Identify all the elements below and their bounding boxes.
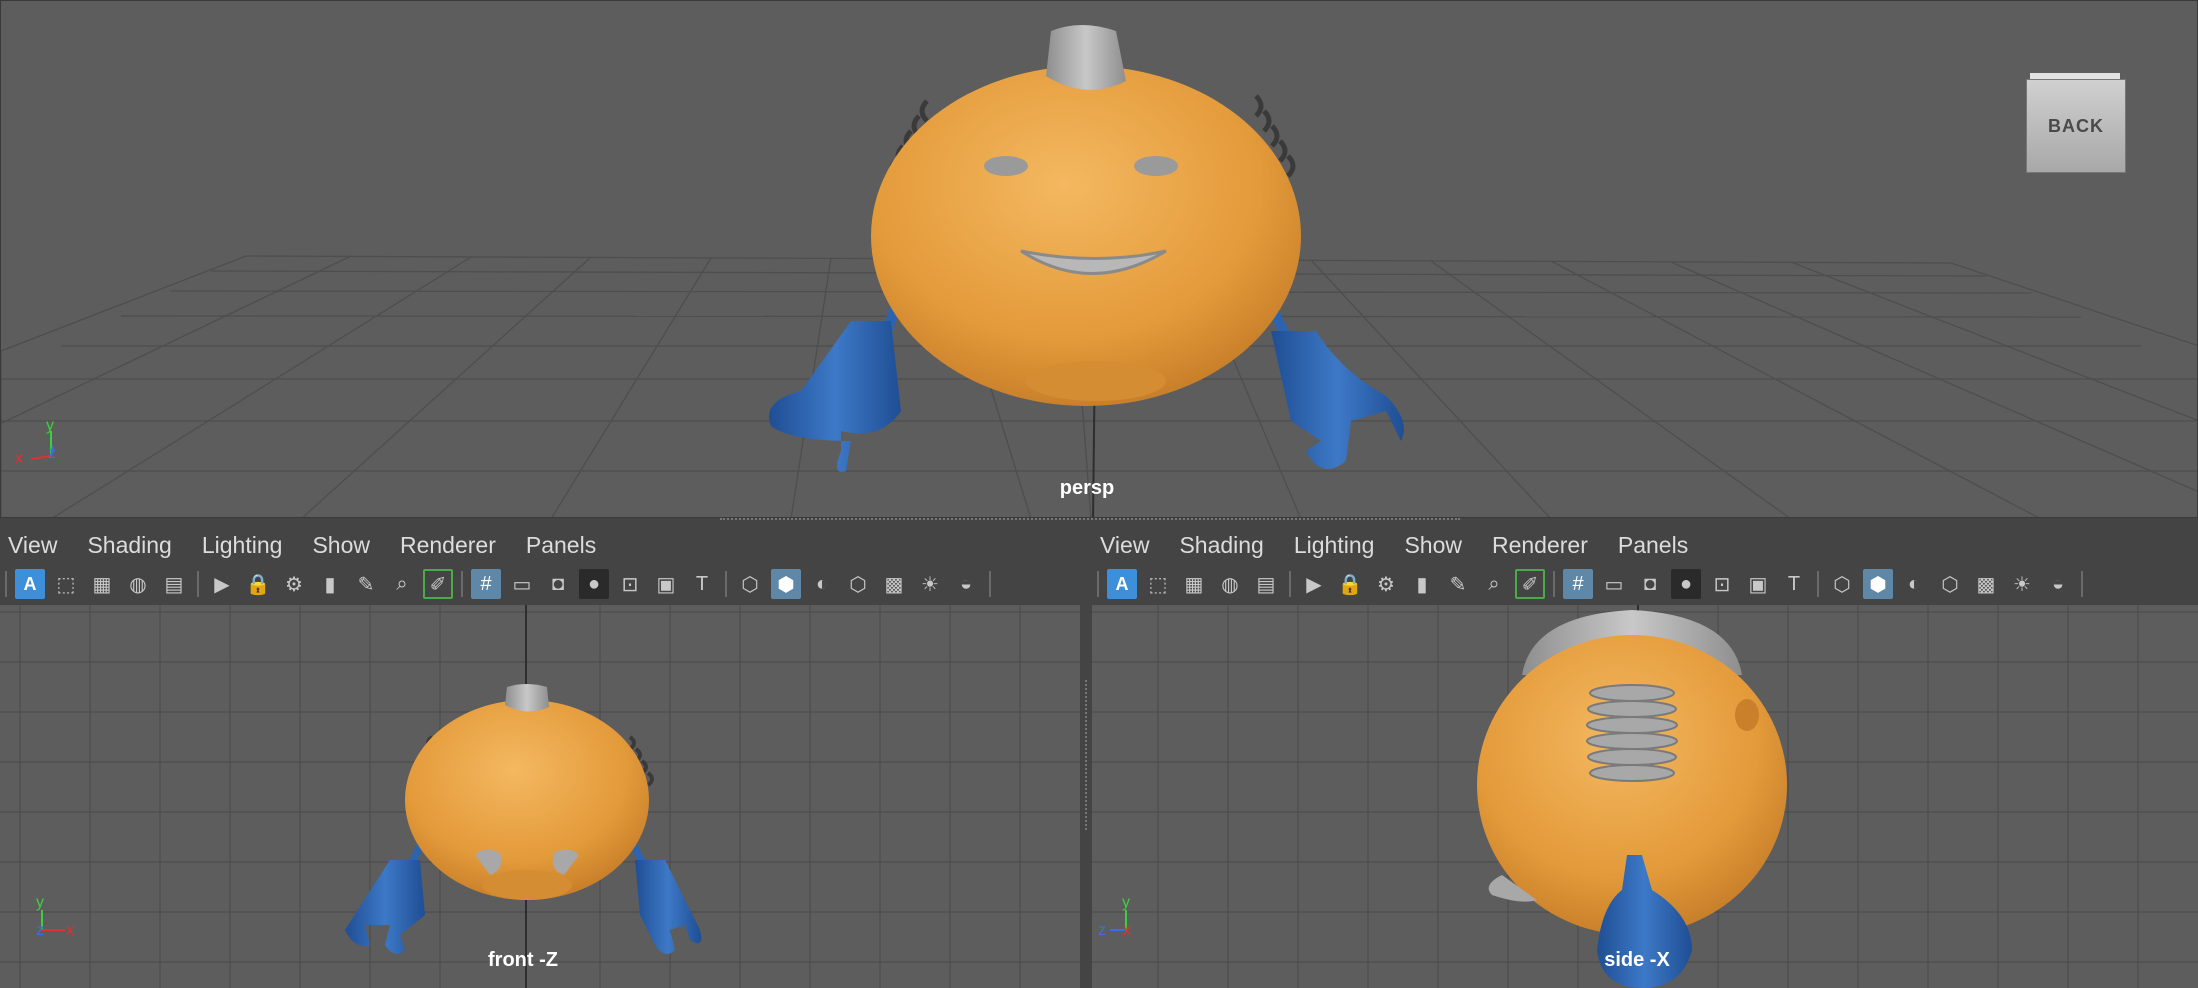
zoom-icon[interactable]: ⌕ (387, 569, 417, 599)
grease-pencil-icon[interactable]: ◍ (1215, 569, 1245, 599)
menu-renderer[interactable]: Renderer (400, 532, 496, 559)
side-panel-toolbar: A ⬚ ▦ ◍ ▤ ▶ 🔒 ⚙ ▮ ✎ ⌕ ✐ # ▭ ◘ ● ⊡ ▣ T ⬡ … (1092, 564, 2198, 604)
bookmarks-icon[interactable]: ▤ (159, 569, 189, 599)
camera-settings-icon[interactable]: ⚙ (1371, 569, 1401, 599)
2d-pan-icon[interactable]: ✐ (1515, 569, 1545, 599)
character-model-persp[interactable] (769, 25, 1404, 472)
field-chart-icon[interactable]: ⊡ (615, 569, 645, 599)
film-gate-icon[interactable]: ▭ (1599, 569, 1629, 599)
persp-scene: y x z (1, 25, 2197, 517)
menu-show[interactable]: Show (312, 532, 370, 559)
lock-camera-icon[interactable]: 🔒 (1335, 569, 1365, 599)
bookmarks-icon[interactable]: ▤ (1251, 569, 1281, 599)
axis-z-label: z (1098, 922, 1106, 939)
side-scene: y z x (1092, 605, 2198, 988)
axis-z-label: z (48, 445, 56, 462)
resolution-gate-icon[interactable]: ◘ (543, 569, 573, 599)
character-model-side[interactable] (1477, 610, 1787, 988)
menu-panels[interactable]: Panels (526, 532, 596, 559)
lights-icon[interactable]: ☀ (915, 569, 945, 599)
side-panel-menubar: View Shading Lighting Show Renderer Pane… (1092, 526, 2198, 564)
grid-icon[interactable]: # (471, 569, 501, 599)
pencil-icon[interactable]: ✎ (1443, 569, 1473, 599)
front-panel-toolbar: A ⬚ ▦ ◍ ▤ ▶ 🔒 ⚙ ▮ ✎ ⌕ ✐ # ▭ ◘ ● ⊡ ▣ T ⬡ … (0, 564, 1080, 604)
smooth-shade-icon[interactable]: ⬢ (771, 569, 801, 599)
wireframe-icon[interactable]: ⬡ (735, 569, 765, 599)
camera-icon[interactable]: ▶ (207, 569, 237, 599)
menu-view[interactable]: View (8, 532, 57, 559)
front-panel-menubar: View Shading Lighting Show Renderer Pane… (0, 526, 1080, 564)
front-scene: y x z (0, 605, 1080, 988)
camera-icon[interactable]: ▶ (1299, 569, 1329, 599)
wireframe-on-shaded-icon[interactable]: ⬡ (1935, 569, 1965, 599)
axis-gizmo-side: y z x (1098, 894, 1131, 939)
menu-panels[interactable]: Panels (1618, 532, 1688, 559)
select-camera-icon[interactable]: A (1107, 569, 1137, 599)
front-viewport[interactable]: y x z front -Z (0, 605, 1080, 988)
bookmark-icon[interactable]: ▮ (315, 569, 345, 599)
menu-shading[interactable]: Shading (1179, 532, 1263, 559)
image-plane-icon[interactable]: ▦ (87, 569, 117, 599)
lights-icon[interactable]: ☀ (2007, 569, 2037, 599)
pencil-icon[interactable]: ✎ (351, 569, 381, 599)
textured-icon[interactable]: ▩ (1971, 569, 2001, 599)
axis-x-label: x (15, 450, 23, 467)
persp-camera-label: persp (1059, 477, 1115, 499)
safe-action-icon[interactable]: ▣ (651, 569, 681, 599)
camera-settings-icon[interactable]: ⚙ (279, 569, 309, 599)
axis-gizmo-persp: y x z (15, 417, 56, 467)
gate-mask-icon[interactable]: ● (579, 569, 609, 599)
default-material-icon[interactable]: ◐ (807, 569, 837, 599)
wireframe-icon[interactable]: ⬡ (1827, 569, 1857, 599)
select-camera-icon[interactable]: A (15, 569, 45, 599)
axis-x-label: x (66, 922, 74, 939)
safe-title-icon[interactable]: T (1779, 569, 1809, 599)
menu-lighting[interactable]: Lighting (202, 532, 283, 559)
side-camera-label: side -X (1604, 949, 1670, 971)
axis-gizmo-front: y x z (36, 894, 74, 939)
axis-x-label: x (1123, 922, 1131, 939)
axis-z-label: z (36, 922, 44, 939)
persp-viewport[interactable]: y x z BACK persp (0, 0, 2198, 518)
resolution-gate-icon[interactable]: ◘ (1635, 569, 1665, 599)
textured-icon[interactable]: ▩ (879, 569, 909, 599)
default-material-icon[interactable]: ◐ (1899, 569, 1929, 599)
safe-action-icon[interactable]: ▣ (1743, 569, 1773, 599)
front-camera-label: front -Z (488, 949, 558, 971)
menu-view[interactable]: View (1100, 532, 1149, 559)
menu-renderer[interactable]: Renderer (1492, 532, 1588, 559)
shadows-icon[interactable]: ◒ (2043, 569, 2073, 599)
wireframe-on-shaded-icon[interactable]: ⬡ (843, 569, 873, 599)
character-model-front[interactable] (345, 684, 702, 954)
side-viewport[interactable]: y z x side -X (1092, 605, 2198, 988)
image-plane-icon[interactable]: ▦ (1179, 569, 1209, 599)
view-cube-back-face[interactable]: BACK (2026, 79, 2126, 173)
view-cube[interactable]: BACK (2026, 73, 2126, 173)
menu-shading[interactable]: Shading (87, 532, 171, 559)
film-gate-icon[interactable]: ▭ (507, 569, 537, 599)
field-chart-icon[interactable]: ⊡ (1707, 569, 1737, 599)
bookmark-icon[interactable]: ▮ (1407, 569, 1437, 599)
gate-mask-icon[interactable]: ● (1671, 569, 1701, 599)
grease-pencil-icon[interactable]: ◍ (123, 569, 153, 599)
vertical-splitter[interactable] (1080, 520, 1092, 988)
grid-icon[interactable]: # (1563, 569, 1593, 599)
menu-lighting[interactable]: Lighting (1294, 532, 1375, 559)
zoom-icon[interactable]: ⌕ (1479, 569, 1509, 599)
menu-show[interactable]: Show (1404, 532, 1462, 559)
camera-attributes-icon[interactable]: ⬚ (1143, 569, 1173, 599)
lock-camera-icon[interactable]: 🔒 (243, 569, 273, 599)
axis-y-label: y (36, 894, 44, 911)
safe-title-icon[interactable]: T (687, 569, 717, 599)
smooth-shade-icon[interactable]: ⬢ (1863, 569, 1893, 599)
axis-y-label: y (46, 417, 54, 434)
2d-pan-icon[interactable]: ✐ (423, 569, 453, 599)
shadows-icon[interactable]: ◒ (951, 569, 981, 599)
camera-attributes-icon[interactable]: ⬚ (51, 569, 81, 599)
axis-y-label: y (1122, 894, 1130, 911)
horizontal-splitter[interactable] (0, 518, 2198, 522)
